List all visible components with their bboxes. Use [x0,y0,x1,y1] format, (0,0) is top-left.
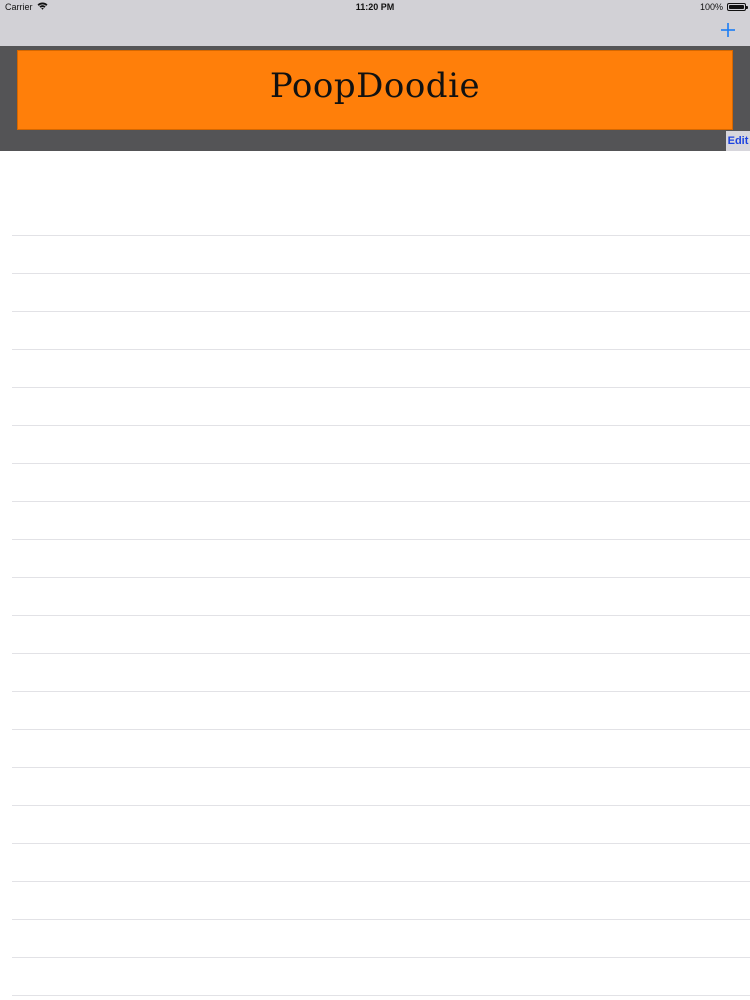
plus-icon [718,20,738,40]
table-view[interactable] [0,151,750,1000]
status-time: 11:20 PM [355,2,395,12]
status-right: 100% [699,2,748,12]
status-bar: Carrier 11:20 PM 100% [0,0,750,16]
table-row[interactable] [0,151,750,236]
table-row[interactable] [0,426,750,464]
table-row[interactable] [0,274,750,312]
table-row[interactable] [0,844,750,882]
table-row[interactable] [0,996,750,1000]
table-row[interactable] [0,312,750,350]
table-row[interactable] [0,958,750,996]
add-button[interactable] [718,20,738,40]
table-row[interactable] [0,920,750,958]
edit-button[interactable]: Edit [726,131,750,151]
battery-icon [727,3,748,11]
table-row[interactable] [0,464,750,502]
table-row[interactable] [0,692,750,730]
table-row[interactable] [0,654,750,692]
table-row[interactable] [0,806,750,844]
table-row[interactable] [0,540,750,578]
app-title: PoopDoodie [269,66,481,106]
app-banner: PoopDoodie [17,50,733,130]
table-row[interactable] [0,578,750,616]
battery-percent: 100% [699,2,723,12]
table-row[interactable] [0,768,750,806]
table-row[interactable] [0,730,750,768]
table-row[interactable] [0,882,750,920]
table-row[interactable] [0,236,750,274]
table-row[interactable] [0,388,750,426]
table-row[interactable] [0,350,750,388]
navigation-bar [0,16,750,46]
table-row[interactable] [0,502,750,540]
table-row[interactable] [0,616,750,654]
header-band: PoopDoodie Edit [0,46,750,151]
